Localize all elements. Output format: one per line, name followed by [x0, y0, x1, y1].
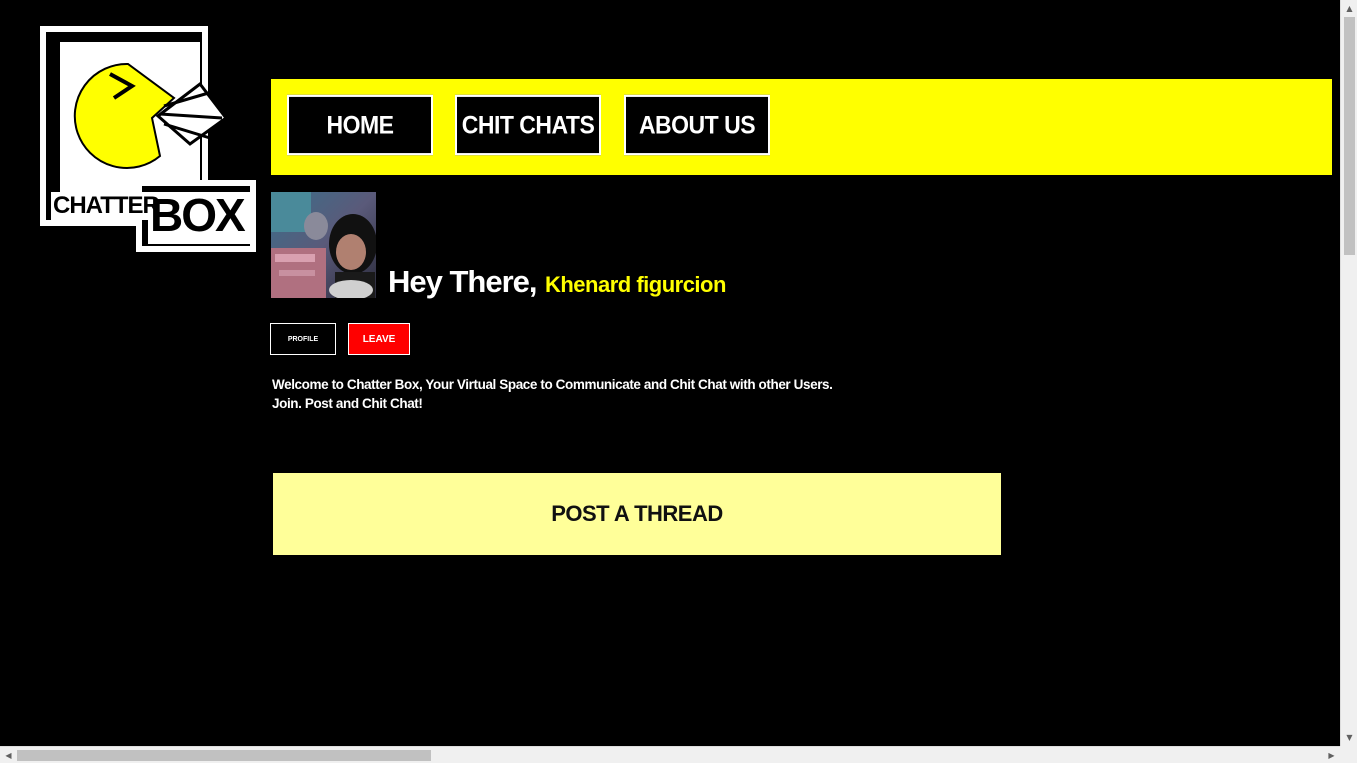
vertical-scrollbar[interactable]: ▲ ▼ [1340, 0, 1357, 746]
scroll-right-icon[interactable]: ▶ [1323, 747, 1340, 763]
user-name: Khenard figurcion [544, 272, 726, 297]
logo-word-chatter: CHATTER [51, 192, 161, 220]
page-viewport: CHATTER BOX HOME CHIT CHATS ABOUT US Hey… [0, 0, 1340, 746]
welcome-line-1: Welcome to Chatter Box, Your Virtual Spa… [272, 377, 833, 392]
main-nav-bar: HOME CHIT CHATS ABOUT US [271, 79, 1332, 175]
horizontal-scroll-thumb[interactable] [17, 750, 431, 761]
leave-button[interactable]: LEAVE [348, 323, 410, 355]
post-thread-button[interactable]: POST A THREAD [273, 473, 1001, 555]
vertical-scroll-thumb[interactable] [1344, 17, 1355, 255]
welcome-message: Welcome to Chatter Box, Your Virtual Spa… [272, 375, 912, 413]
horizontal-scrollbar[interactable]: ◀ ▶ [0, 746, 1340, 763]
scroll-down-icon[interactable]: ▼ [1341, 729, 1357, 746]
nav-about-us-button[interactable]: ABOUT US [624, 94, 770, 156]
scroll-up-icon[interactable]: ▲ [1341, 0, 1357, 17]
scrollbar-corner [1340, 746, 1357, 763]
greeting-text: Hey There, [388, 264, 538, 299]
profile-button[interactable]: PROFILE [270, 323, 336, 355]
chatterbox-logo[interactable]: CHATTER BOX [40, 26, 256, 252]
nav-home-button[interactable]: HOME [287, 94, 433, 156]
nav-chit-chats-button[interactable]: CHIT CHATS [455, 94, 601, 156]
logo-word-box: BOX [150, 189, 246, 241]
greeting-line: Hey There, Khenard figurcion [388, 264, 726, 304]
user-avatar-photo [271, 192, 376, 298]
welcome-line-2: Join. Post and Chit Chat! [272, 396, 423, 411]
scroll-left-icon[interactable]: ◀ [0, 747, 17, 763]
user-avatar[interactable] [271, 192, 376, 298]
